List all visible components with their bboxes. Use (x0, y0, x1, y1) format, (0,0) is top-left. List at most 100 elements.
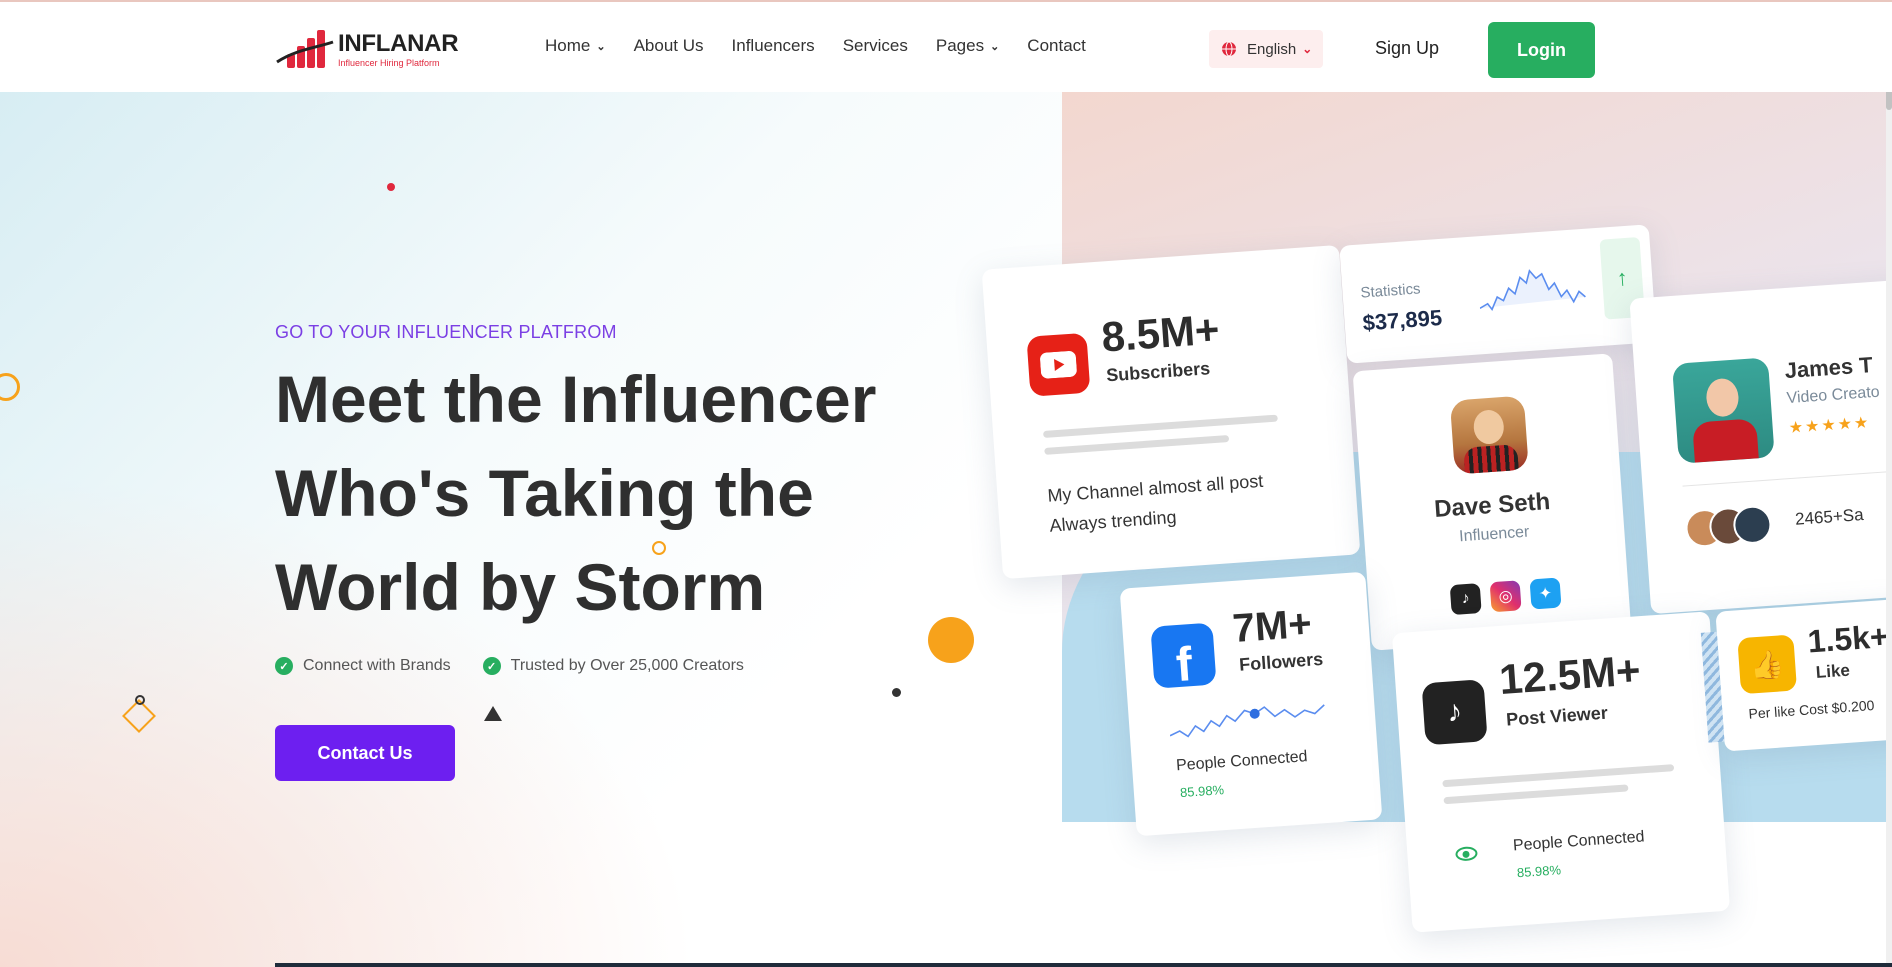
bottom-dark-strip (275, 963, 1892, 967)
nav-item-about[interactable]: About Us (634, 36, 704, 56)
facebook-followers-value: 7M+ (1231, 601, 1314, 652)
check-icon: ✓ (275, 657, 293, 675)
placeholder-bar (1442, 764, 1675, 788)
facebook-people-label: People Connected (1175, 748, 1309, 775)
nav-label: Pages (935, 36, 985, 55)
facebook-icon: f (1150, 622, 1217, 689)
avatar-shirt (1463, 444, 1520, 475)
facebook-sparkline (1169, 704, 1325, 738)
tiktok-stats-card: ♪ 12.5M+ Post Viewer People Connected 85… (1391, 611, 1731, 933)
nav-label: About Us (633, 36, 704, 55)
main-nav: Home ⌄ About Us Influencers Services Page… (545, 36, 1114, 56)
placeholder-bar (1443, 784, 1629, 805)
chevron-down-icon: ⌄ (990, 40, 1000, 53)
tiktok-icon: ♪ (1421, 679, 1488, 746)
hero-features: ✓ Connect with Brands ✓ Trusted by Over 25… (275, 657, 744, 675)
globe-icon (1222, 41, 1236, 57)
tiktok-percent: 85.98% (1516, 862, 1562, 881)
feature-label: Trusted by Over 25,000 Creators (510, 657, 744, 674)
instagram-icon[interactable]: ◎ (1489, 580, 1522, 613)
nav-label: Home (545, 36, 591, 55)
login-button[interactable]: Login (1488, 22, 1595, 78)
tiktok-people-label: People Connected (1512, 828, 1645, 855)
nav-item-pages[interactable]: Pages ⌄ (936, 36, 999, 56)
thumbs-up-icon: 👍 (1737, 634, 1798, 695)
statistics-value: $37,895 (1361, 304, 1443, 336)
tiktok-views-value: 12.5M+ (1497, 646, 1642, 704)
nav-label: Influencers (731, 36, 815, 55)
youtube-icon (1026, 332, 1091, 397)
language-label: English (1247, 40, 1297, 58)
nav-item-services[interactable]: Services (843, 36, 908, 56)
feature-item: ✓ Trusted by Over 25,000 Creators (482, 657, 744, 675)
nav-item-home[interactable]: Home ⌄ (545, 36, 606, 56)
logo-chart-icon (276, 30, 334, 68)
hero-headline: Meet the Influencer Who's Taking the Wor… (275, 352, 925, 634)
youtube-stats-card: 8.5M+ Subscribers My Channel almost all … (981, 244, 1361, 580)
tiktok-views-label: Post Viewer (1505, 702, 1609, 730)
avatar-face (1472, 409, 1505, 446)
featured-influencer-card: James T Video Creato ★★★★★ 2465+Sa (1629, 277, 1892, 615)
twitter-icon[interactable]: ✦ (1529, 577, 1562, 610)
statistics-card: Statistics $37,895 ↑ (1339, 224, 1657, 364)
likes-value: 1.5k+ (1806, 617, 1890, 660)
nav-item-influencers[interactable]: Influencers (732, 36, 815, 56)
tiktok-icon[interactable]: ♪ (1449, 583, 1482, 616)
contact-us-button[interactable]: Contact Us (275, 725, 455, 781)
placeholder-bar (1044, 435, 1230, 455)
featured-name: James T (1783, 352, 1874, 384)
orange-ring-decoration (0, 373, 20, 401)
avatar-body (1692, 418, 1759, 463)
red-dot-decoration (387, 183, 395, 191)
divider (1682, 468, 1892, 487)
youtube-subscribers-label: Subscribers (1105, 358, 1211, 386)
likes-cost: Per like Cost $0.200 (1748, 697, 1875, 722)
feature-label: Connect with Brands (303, 657, 451, 674)
signup-link[interactable]: Sign Up (1375, 38, 1439, 59)
facebook-stats-card: f 7M+ Followers People Connected 85.98% (1119, 571, 1383, 837)
site-header: INFLANAR Influencer Hiring Platform Home… (0, 2, 1892, 92)
statistics-sparkline (1479, 269, 1586, 312)
influencer-avatar (1449, 395, 1529, 475)
headline-line: Meet the Influencer (275, 362, 877, 436)
avatar-face (1705, 377, 1740, 418)
hero-section: GO TO YOUR INFLUENCER PLATFROM Meet the … (0, 92, 1892, 967)
statistics-label: Statistics (1360, 280, 1422, 302)
placeholder-bar (1043, 414, 1278, 438)
nav-label: Contact (1027, 36, 1086, 55)
headline-line: Who's Taking the (275, 456, 814, 530)
featured-count: 2465+Sa (1794, 505, 1865, 529)
eye-icon (1455, 846, 1478, 862)
youtube-text-line: Always trending (1048, 506, 1178, 536)
youtube-text-line: My Channel almost all post (1046, 470, 1264, 506)
featured-avatar (1671, 357, 1775, 464)
influencer-profile-card: Dave Seth Influencer ♪ ◎ ✦ (1352, 353, 1632, 651)
scrollbar-track[interactable] (1886, 92, 1892, 967)
triangle-decoration (484, 706, 502, 721)
chevron-down-icon: ⌄ (1302, 42, 1313, 56)
headline-line: World by Storm (275, 550, 766, 624)
check-icon: ✓ (482, 657, 501, 675)
black-dot-decoration (892, 688, 901, 697)
brand-tagline: Influencer Hiring Platform (338, 58, 440, 68)
brand-logo[interactable]: INFLANAR Influencer Hiring Platform (275, 26, 459, 72)
scrollbar-thumb[interactable] (1886, 92, 1892, 110)
small-ring-decoration (135, 695, 145, 705)
facebook-percent: 85.98% (1179, 782, 1225, 801)
feature-item: ✓ Connect with Brands (275, 657, 451, 675)
nav-label: Services (842, 36, 908, 55)
chevron-down-icon: ⌄ (596, 40, 606, 53)
hero-kicker: GO TO YOUR INFLUENCER PLATFROM (275, 322, 617, 342)
brand-name: INFLANAR (338, 30, 459, 57)
likes-label: Like (1815, 660, 1851, 682)
likes-card: 👍 1.5k+ Like Per like Cost $0.200 (1700, 596, 1892, 752)
nav-item-contact[interactable]: Contact (1027, 36, 1086, 56)
rating-stars: ★★★★★ (1788, 414, 1871, 438)
youtube-subscribers-value: 8.5M+ (1099, 305, 1221, 361)
arrow-up-icon: ↑ (1615, 264, 1629, 291)
language-selector[interactable]: English ⌄ (1209, 30, 1323, 68)
facebook-followers-label: Followers (1238, 648, 1324, 675)
featured-role: Video Creato (1786, 383, 1881, 408)
follower-avatars (1684, 504, 1777, 550)
orange-circle-decoration (928, 617, 974, 663)
